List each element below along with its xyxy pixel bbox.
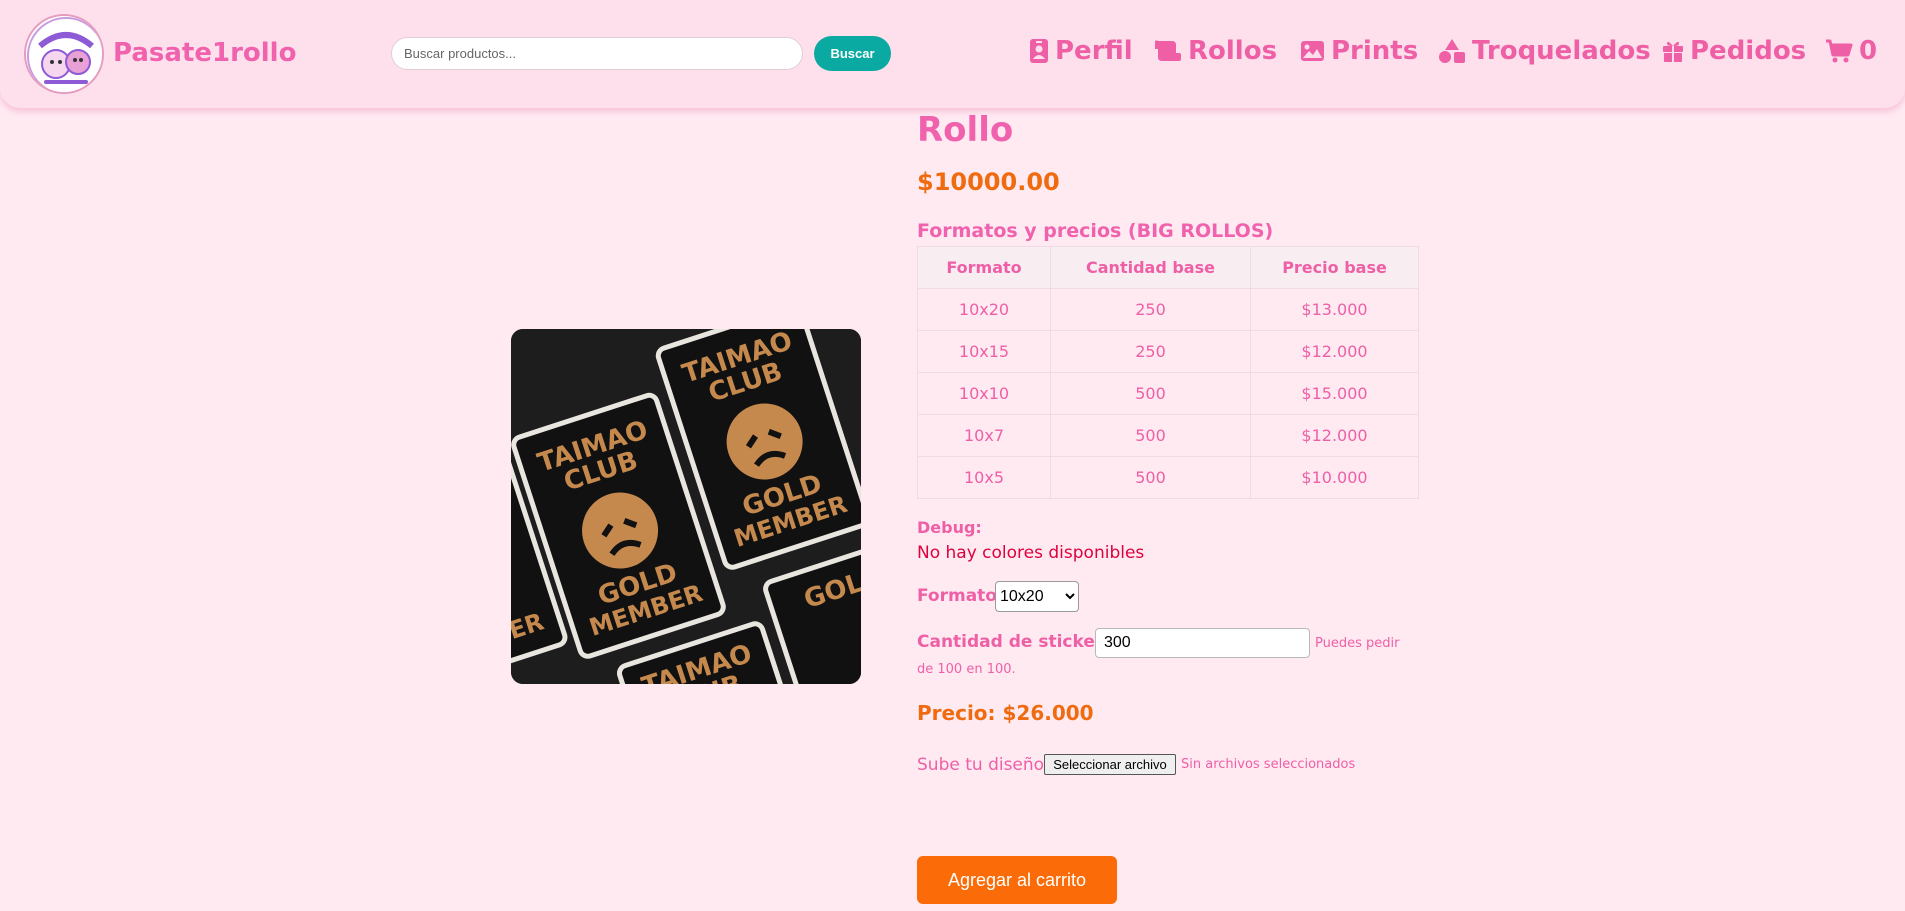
- table-cell: 10x10: [917, 372, 1051, 415]
- upload-label: Sube tu diseño:: [917, 755, 1050, 775]
- table-header-row: Formato Cantidad base Precio base: [917, 246, 1419, 289]
- table-cell: $13.000: [1250, 288, 1419, 331]
- total-price: Precio: $26.000: [917, 701, 1094, 725]
- nav-perfil-label: Perfil: [1055, 36, 1133, 66]
- nav-prints-label: Prints: [1331, 36, 1419, 66]
- table-row: 10x5 500 $10.000: [917, 456, 1419, 499]
- table-row: 10x20 250 $13.000: [917, 288, 1419, 331]
- quantity-hint: Puedes pedir: [1315, 636, 1400, 651]
- table-cell: 500: [1050, 372, 1251, 415]
- debug-label: Debug:: [917, 518, 982, 537]
- nav-pedidos-label: Pedidos: [1690, 36, 1807, 66]
- product-title: Rollo: [917, 110, 1014, 150]
- file-select-button[interactable]: Seleccionar archivo: [1044, 754, 1176, 775]
- product-price: $10000.00: [917, 168, 1060, 196]
- quantity-label: Cantidad de stickers:: [917, 632, 1121, 652]
- table-cell: 250: [1050, 288, 1251, 331]
- nav-cart[interactable]: 0: [1825, 36, 1877, 66]
- product-image: TAIMAO CLUB GOLD MEMBER TAIMAO CLUB GOLD…: [511, 329, 861, 684]
- format-select[interactable]: 10x20: [995, 581, 1079, 612]
- brand-logo-image: [27, 17, 102, 92]
- shapes-icon: [1439, 39, 1465, 63]
- nav-rollos-label: Rollos: [1188, 36, 1278, 66]
- column-header: Formato: [917, 246, 1051, 289]
- debug-message: No hay colores disponibles: [917, 543, 1145, 563]
- nav-rollos[interactable]: Rollos: [1154, 36, 1277, 66]
- quantity-input[interactable]: [1095, 628, 1310, 658]
- search-input[interactable]: [391, 37, 803, 70]
- search-button[interactable]: Buscar: [814, 36, 891, 71]
- formats-table-title: Formatos y precios (BIG ROLLOS): [917, 220, 1274, 242]
- nav-pedidos[interactable]: Pedidos: [1662, 36, 1806, 66]
- add-to-cart-button[interactable]: Agregar al carrito: [917, 856, 1117, 904]
- formats-table: Formato Cantidad base Precio base 10x20 …: [917, 246, 1419, 499]
- table-cell: 10x5: [917, 456, 1051, 499]
- site-header: Pasate1rollo Buscar Perfil Rollos Prints: [0, 0, 1905, 108]
- table-cell: $12.000: [1250, 414, 1419, 457]
- table-cell: 250: [1050, 330, 1251, 373]
- product-photo: TAIMAO CLUB GOLD MEMBER TAIMAO CLUB GOLD…: [511, 329, 861, 684]
- brand-logo[interactable]: [24, 14, 104, 94]
- table-cell: 10x15: [917, 330, 1051, 373]
- format-label: Formato:: [917, 586, 1004, 606]
- table-cell: $12.000: [1250, 330, 1419, 373]
- cart-icon: [1826, 39, 1853, 63]
- id-badge-icon: [1030, 39, 1048, 63]
- scroll-icon: [1155, 40, 1181, 61]
- file-status: Sin archivos seleccionados: [1181, 757, 1356, 772]
- table-row: 10x7 500 $12.000: [917, 414, 1419, 457]
- table-cell: 10x7: [917, 414, 1051, 457]
- table-cell: $10.000: [1250, 456, 1419, 499]
- table-cell: 500: [1050, 456, 1251, 499]
- table-row: 10x10 500 $15.000: [917, 372, 1419, 415]
- table-cell: 500: [1050, 414, 1251, 457]
- brand-name[interactable]: Pasate1rollo: [113, 38, 296, 68]
- column-header: Cantidad base: [1050, 246, 1251, 289]
- nav-prints[interactable]: Prints: [1300, 36, 1418, 66]
- column-header: Precio base: [1250, 246, 1419, 289]
- gift-icon: [1663, 41, 1683, 62]
- image-icon: [1301, 41, 1324, 61]
- nav-troquelados-label: Troquelados: [1472, 36, 1651, 66]
- table-row: 10x15 250 $12.000: [917, 330, 1419, 373]
- table-cell: 10x20: [917, 288, 1051, 331]
- cart-count: 0: [1859, 36, 1878, 66]
- quantity-hint-continued: de 100 en 100.: [917, 662, 1016, 677]
- nav-troquelados[interactable]: Troquelados: [1438, 36, 1651, 66]
- nav-perfil[interactable]: Perfil: [1029, 36, 1133, 66]
- table-cell: $15.000: [1250, 372, 1419, 415]
